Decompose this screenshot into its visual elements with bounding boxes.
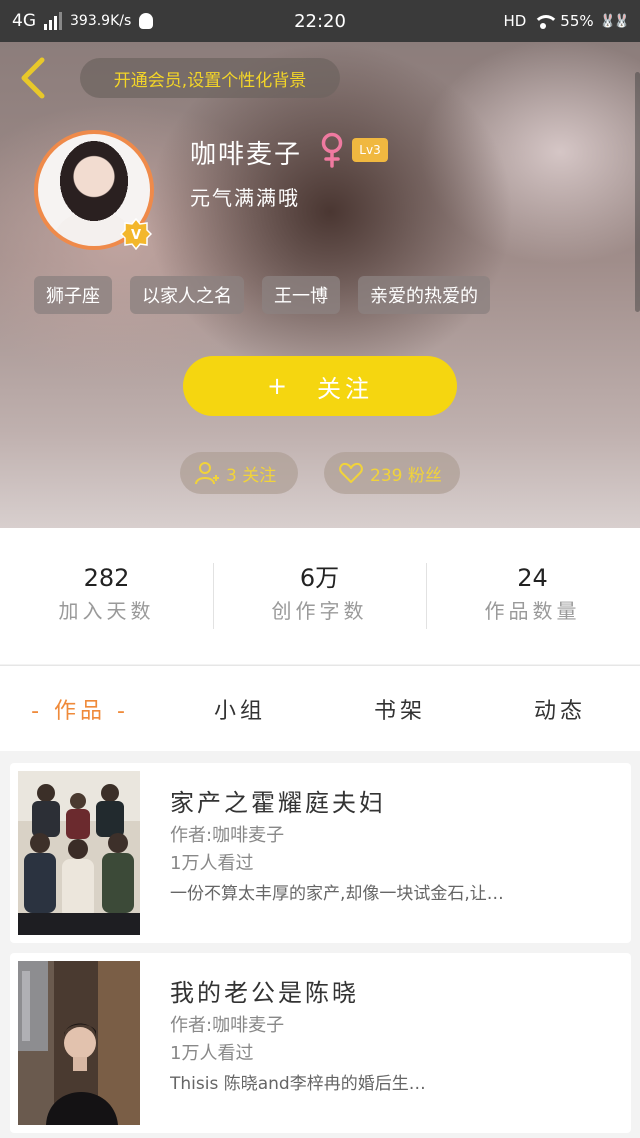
signal-icon <box>44 12 62 30</box>
wifi-icon <box>532 13 560 29</box>
vip-background-banner[interactable]: 开通会员,设置个性化背景 <box>80 58 340 98</box>
fans-count-button[interactable]: 239 粉丝 <box>324 452 460 494</box>
add-user-icon <box>195 462 219 485</box>
work-views: 1万人看过 <box>170 1043 254 1064</box>
hd-indicator: HD <box>503 12 527 30</box>
follow-button-label: 关注 <box>317 374 374 403</box>
work-title: 我的老公是陈晓 <box>170 979 359 1007</box>
profile-tabs: - 作品 - 小组 书架 动态 <box>0 665 640 751</box>
work-title: 家产之霍耀庭夫妇 <box>170 789 386 817</box>
tag-item[interactable]: 狮子座 <box>34 276 112 314</box>
stat-word-count: 6万 创作字数 <box>213 561 426 631</box>
tab-groups[interactable]: 小组 <box>160 693 320 725</box>
battery-level: 55% <box>560 12 594 30</box>
network-type: 4G <box>12 11 36 31</box>
tag-item[interactable]: 王一博 <box>262 276 340 314</box>
network-speed: 393.9K/s <box>70 13 132 29</box>
stat-label: 加入天数 <box>58 599 155 623</box>
fans-count: 239 粉丝 <box>370 465 442 486</box>
plus-icon: + <box>266 372 292 400</box>
tag-list: 狮子座 以家人之名 王一博 亲爱的热爱的 <box>34 276 490 314</box>
battery-icon: 🐰🐰 <box>599 13 630 29</box>
female-icon <box>318 132 346 168</box>
level-badge: Lv3 <box>352 138 388 162</box>
stat-join-days: 282 加入天数 <box>0 561 213 631</box>
tab-works[interactable]: - 作品 - <box>0 693 160 725</box>
tag-item[interactable]: 以家人之名 <box>130 276 244 314</box>
heart-icon <box>339 462 363 483</box>
following-count: 3 关注 <box>226 465 277 486</box>
svg-text:V: V <box>131 228 141 243</box>
work-cover-image <box>18 961 140 1125</box>
stat-value: 282 <box>83 564 130 592</box>
back-button[interactable] <box>14 56 54 100</box>
stat-value: 6万 <box>299 564 340 592</box>
stat-works-count: 24 作品数量 <box>426 561 639 631</box>
tab-activity[interactable]: 动态 <box>480 693 640 725</box>
work-author: 作者:咖啡麦子 <box>170 1015 285 1036</box>
follow-button[interactable]: + 关注 <box>183 356 457 416</box>
qq-icon <box>139 13 154 29</box>
work-description: Thisis 陈晓and李梓冉的婚后生… <box>170 1074 426 1094</box>
signature: 元气满满哦 <box>190 186 300 210</box>
work-description: 一份不算太丰厚的家产,却像一块试金石,让… <box>170 884 504 904</box>
status-bar: 4G 393.9K/s 22:20 HD 55% 🐰🐰 <box>0 0 640 42</box>
stat-value: 24 <box>517 564 548 592</box>
list-item[interactable]: 家产之霍耀庭夫妇 作者:咖啡麦子 1万人看过 一份不算太丰厚的家产,却像一块试金… <box>10 763 631 943</box>
work-cover-image <box>18 771 140 935</box>
stats-bar: 282 加入天数 6万 创作字数 24 作品数量 <box>0 528 640 664</box>
chevron-left-icon <box>21 57 45 99</box>
nickname: 咖啡麦子 <box>190 140 303 170</box>
stat-label: 创作字数 <box>271 599 368 623</box>
stat-label: 作品数量 <box>484 599 581 623</box>
profile-header: 开通会员,设置个性化背景 V 咖啡麦子 Lv3 元气满满哦 狮子座 以家人之名 … <box>0 42 640 528</box>
list-item[interactable]: 我的老公是陈晓 作者:咖啡麦子 1万人看过 Thisis 陈晓and李梓冉的婚后… <box>10 953 631 1133</box>
verified-badge-icon: V <box>119 217 153 251</box>
tag-item[interactable]: 亲爱的热爱的 <box>358 276 490 314</box>
works-list: 家产之霍耀庭夫妇 作者:咖啡麦子 1万人看过 一份不算太丰厚的家产,却像一块试金… <box>10 763 631 1138</box>
work-views: 1万人看过 <box>170 853 254 874</box>
scrollbar[interactable] <box>635 72 640 312</box>
tab-bookshelf[interactable]: 书架 <box>320 693 480 725</box>
work-author: 作者:咖啡麦子 <box>170 825 285 846</box>
following-count-button[interactable]: 3 关注 <box>180 452 298 494</box>
